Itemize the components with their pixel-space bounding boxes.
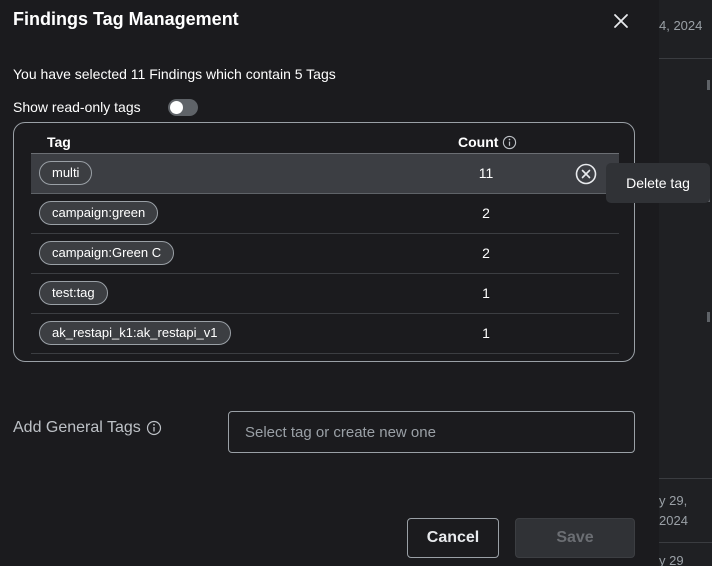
show-readonly-label: Show read-only tags <box>13 99 141 115</box>
close-button[interactable] <box>610 10 632 32</box>
tag-count: 1 <box>482 325 490 341</box>
background-date: y 29 <box>659 553 684 566</box>
table-row[interactable]: multi 11 <box>31 154 619 194</box>
tag-chip: test:tag <box>39 281 108 305</box>
tag-count: 1 <box>482 285 490 301</box>
close-icon <box>614 14 628 28</box>
save-button[interactable]: Save <box>515 518 635 558</box>
circle-x-icon <box>575 163 597 185</box>
delete-tag-button[interactable] <box>575 163 597 185</box>
toggle-knob <box>170 101 183 114</box>
background-divider <box>659 478 712 479</box>
background-page: 4, 2024 y 29, 2024 y 29 <box>659 0 712 566</box>
selection-summary: You have selected 11 Findings which cont… <box>13 66 336 82</box>
add-general-tags-label: Add General Tags <box>13 419 162 437</box>
info-icon[interactable] <box>502 135 517 150</box>
background-scroll-mark <box>707 80 710 90</box>
tag-count: 2 <box>482 245 490 261</box>
background-divider <box>659 542 712 543</box>
delete-tag-tooltip: Delete tag <box>606 163 710 203</box>
tags-table: Tag Count multi 11 campaign:green 2 camp… <box>13 122 635 362</box>
table-row[interactable]: campaign:green 2 <box>31 194 619 234</box>
background-date: 4, 2024 <box>659 18 703 33</box>
background-scroll-mark <box>707 312 710 322</box>
background-divider <box>659 58 712 59</box>
info-icon[interactable] <box>146 420 162 436</box>
tag-management-modal: Findings Tag Management You have selecte… <box>0 0 659 566</box>
background-date: y 29, 2024 <box>659 493 688 528</box>
table-row[interactable]: campaign:Green C 2 <box>31 234 619 274</box>
table-row[interactable]: ak_restapi_k1:ak_restapi_v1 1 <box>31 314 619 354</box>
show-readonly-toggle[interactable] <box>168 99 198 116</box>
column-header-count: Count <box>458 134 517 150</box>
add-general-tags-text: Add General Tags <box>13 419 141 436</box>
cancel-button[interactable]: Cancel <box>407 518 499 558</box>
table-row[interactable]: test:tag 1 <box>31 274 619 314</box>
column-header-count-label: Count <box>458 134 499 150</box>
tag-count: 11 <box>478 165 494 181</box>
tag-select-input[interactable] <box>228 411 635 453</box>
tag-count: 2 <box>482 205 490 221</box>
tag-chip: campaign:Green C <box>39 241 175 265</box>
column-header-tag: Tag <box>47 134 71 150</box>
tag-chip: multi <box>39 161 93 185</box>
tag-chip: campaign:green <box>39 201 159 225</box>
tag-chip: ak_restapi_k1:ak_restapi_v1 <box>39 321 231 345</box>
modal-title: Findings Tag Management <box>13 9 239 29</box>
